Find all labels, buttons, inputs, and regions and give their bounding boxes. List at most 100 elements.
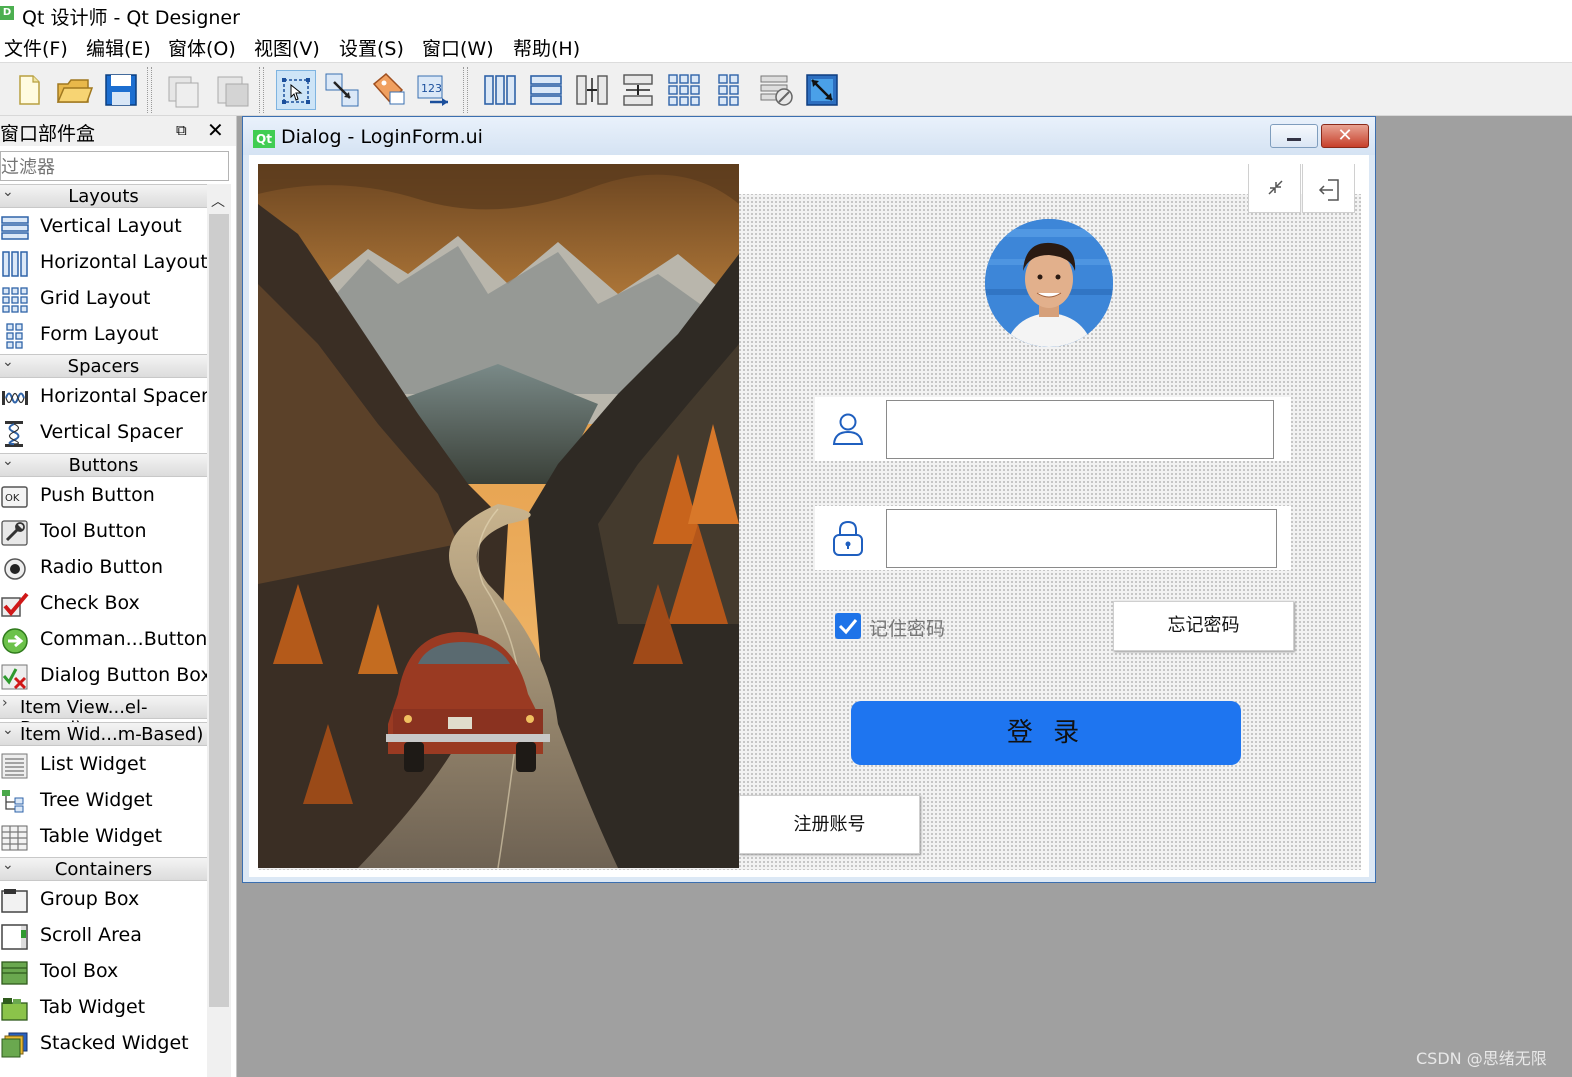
- menu-help[interactable]: 帮助(H): [513, 34, 580, 61]
- widget-item-tool-box[interactable]: Tool Box: [0, 955, 207, 991]
- close-button[interactable]: ✕: [1321, 124, 1369, 148]
- widget-item-tab-widget[interactable]: Tab Widget: [0, 991, 207, 1027]
- open-form-icon[interactable]: [54, 70, 94, 110]
- tab-widget-icon: [1, 998, 28, 1021]
- lay-out-vertical-splitter-icon[interactable]: [618, 70, 658, 110]
- menu-view[interactable]: 视图(V): [254, 34, 320, 61]
- widget-item-stacked-widget[interactable]: Stacked Widget: [0, 1027, 207, 1063]
- category-buttons[interactable]: ⌄ Buttons: [0, 453, 207, 477]
- login-form: 记住密码 忘记密码 登 录 注册账号: [258, 164, 1361, 870]
- copy-icon[interactable]: [164, 70, 204, 110]
- tool-box-icon: [1, 961, 28, 985]
- paste-icon[interactable]: [212, 70, 252, 110]
- check-box-icon: [1, 592, 29, 617]
- category-layouts[interactable]: ⌄ Layouts: [0, 184, 207, 208]
- dialog-button-box-icon: [1, 664, 28, 690]
- widget-item-group-box[interactable]: Group Box: [0, 883, 207, 919]
- push-button-icon: OK: [1, 486, 28, 508]
- category-item-widgets[interactable]: ⌄ Item Wid...m-Based): [0, 722, 207, 746]
- widget-box-panel: 窗口部件盒 ⧉ ✕ ⌄ Layouts Vertical Layout Hori…: [0, 116, 237, 1077]
- category-spacers[interactable]: ⌄ Spacers: [0, 354, 207, 378]
- menu-edit[interactable]: 编辑(E): [86, 34, 151, 61]
- menu-settings[interactable]: 设置(S): [339, 34, 404, 61]
- register-account-button[interactable]: 注册账号: [739, 795, 920, 854]
- widget-item-label: Push Button: [40, 484, 155, 506]
- svg-text:123: 123: [421, 82, 442, 95]
- widget-item-label: Comman...Button: [40, 628, 208, 650]
- exit-button[interactable]: [1302, 164, 1355, 213]
- edit-signals-slots-icon[interactable]: [322, 70, 362, 110]
- widget-item-label: Stacked Widget: [40, 1032, 189, 1054]
- float-icon[interactable]: ⧉: [176, 121, 187, 139]
- shrink-window-button[interactable]: [1248, 164, 1301, 213]
- edit-tab-order-icon[interactable]: 123: [414, 70, 454, 110]
- window-title-bar: D Qt 设计师 - Qt Designer: [0, 0, 1572, 30]
- lay-out-grid-icon[interactable]: [664, 70, 704, 110]
- widget-item-dialog-button-box[interactable]: Dialog Button Box: [0, 659, 212, 695]
- new-form-icon[interactable]: [8, 70, 48, 110]
- stacked-widget-icon: [1, 1032, 28, 1058]
- username-input[interactable]: [886, 400, 1274, 459]
- widget-item-radio-button[interactable]: Radio Button: [0, 551, 207, 587]
- widget-item-label: Tool Box: [40, 960, 119, 982]
- adjust-size-icon[interactable]: [802, 70, 842, 110]
- category-label: Containers: [54, 859, 153, 880]
- save-form-icon[interactable]: [101, 70, 141, 110]
- break-layout-icon[interactable]: [756, 70, 796, 110]
- form-window-title: Dialog - LoginForm.ui: [281, 126, 483, 148]
- chevron-right-icon: ›: [2, 695, 8, 711]
- widget-item-check-box[interactable]: Check Box: [0, 587, 207, 623]
- chevron-down-icon: ⌄: [2, 722, 14, 738]
- widget-item-push-button[interactable]: OK Push Button: [0, 479, 207, 515]
- widget-item-label: List Widget: [40, 753, 147, 775]
- form-editor-window: Qt Dialog - LoginForm.ui ✕ 记住密码 忘记密码 登 录…: [242, 116, 1376, 883]
- minimize-button[interactable]: [1270, 124, 1318, 148]
- lay-out-horizontal-splitter-icon[interactable]: [572, 70, 612, 110]
- command-link-button-icon: [2, 628, 28, 654]
- edit-buddies-icon[interactable]: [368, 70, 408, 110]
- widget-item-horizontal-layout[interactable]: Horizontal Layout: [0, 246, 208, 282]
- scrollbar-thumb[interactable]: [209, 214, 229, 1007]
- widget-box-scrollbar[interactable]: ︿: [207, 184, 231, 1077]
- login-button[interactable]: 登 录: [851, 701, 1241, 765]
- chevron-up-icon[interactable]: ︿: [211, 191, 225, 211]
- user-avatar-photo: [985, 219, 1113, 347]
- widget-item-label: Horizontal Spacer: [40, 385, 209, 407]
- widget-item-scroll-area[interactable]: Scroll Area: [0, 919, 207, 955]
- remember-password-checkbox[interactable]: [835, 613, 861, 639]
- remember-password-label: 记住密码: [869, 618, 946, 640]
- forgot-password-button[interactable]: 忘记密码: [1113, 601, 1294, 651]
- scroll-area-icon: [1, 924, 28, 950]
- vertical-spacer-icon: [5, 421, 23, 447]
- lay-out-vertically-icon[interactable]: [526, 70, 566, 110]
- widget-item-command-link-button[interactable]: Comman...Button: [0, 623, 207, 659]
- widget-item-tree-widget[interactable]: Tree Widget: [0, 784, 207, 820]
- widget-item-form-layout[interactable]: Form Layout: [0, 318, 207, 354]
- menu-file[interactable]: 文件(F): [4, 34, 68, 61]
- widget-item-label: Grid Layout: [40, 287, 151, 309]
- lay-out-horizontally-icon[interactable]: [480, 70, 520, 110]
- widget-item-label: Tab Widget: [40, 996, 146, 1018]
- widget-item-list-widget[interactable]: List Widget: [0, 748, 207, 784]
- category-containers[interactable]: ⌄ Containers: [0, 857, 207, 881]
- category-label: Spacers: [67, 356, 140, 377]
- lay-out-form-icon[interactable]: [710, 70, 750, 110]
- widget-item-vertical-spacer[interactable]: Vertical Spacer: [0, 416, 207, 452]
- table-widget-icon: [1, 825, 28, 851]
- widget-item-grid-layout[interactable]: Grid Layout: [0, 282, 207, 318]
- widget-item-vertical-layout[interactable]: Vertical Layout: [0, 210, 207, 246]
- filter-input[interactable]: [0, 151, 229, 181]
- category-label: Buttons: [68, 455, 139, 476]
- toolbar-separator: [463, 67, 468, 113]
- qt-logo-icon: Qt: [253, 130, 275, 148]
- edit-widgets-icon[interactable]: [276, 70, 316, 110]
- menu-window[interactable]: 窗口(W): [422, 34, 494, 61]
- menu-form[interactable]: 窗体(O): [168, 34, 236, 61]
- category-item-views[interactable]: › Item View...el-Based): [0, 695, 207, 739]
- close-icon[interactable]: ✕: [207, 118, 224, 142]
- password-input[interactable]: [886, 509, 1277, 568]
- main-toolbar: 123: [0, 62, 1572, 116]
- widget-item-horizontal-spacer[interactable]: Horizontal Spacer: [0, 380, 209, 416]
- widget-item-tool-button[interactable]: Tool Button: [0, 515, 207, 551]
- widget-item-table-widget[interactable]: Table Widget: [0, 820, 207, 856]
